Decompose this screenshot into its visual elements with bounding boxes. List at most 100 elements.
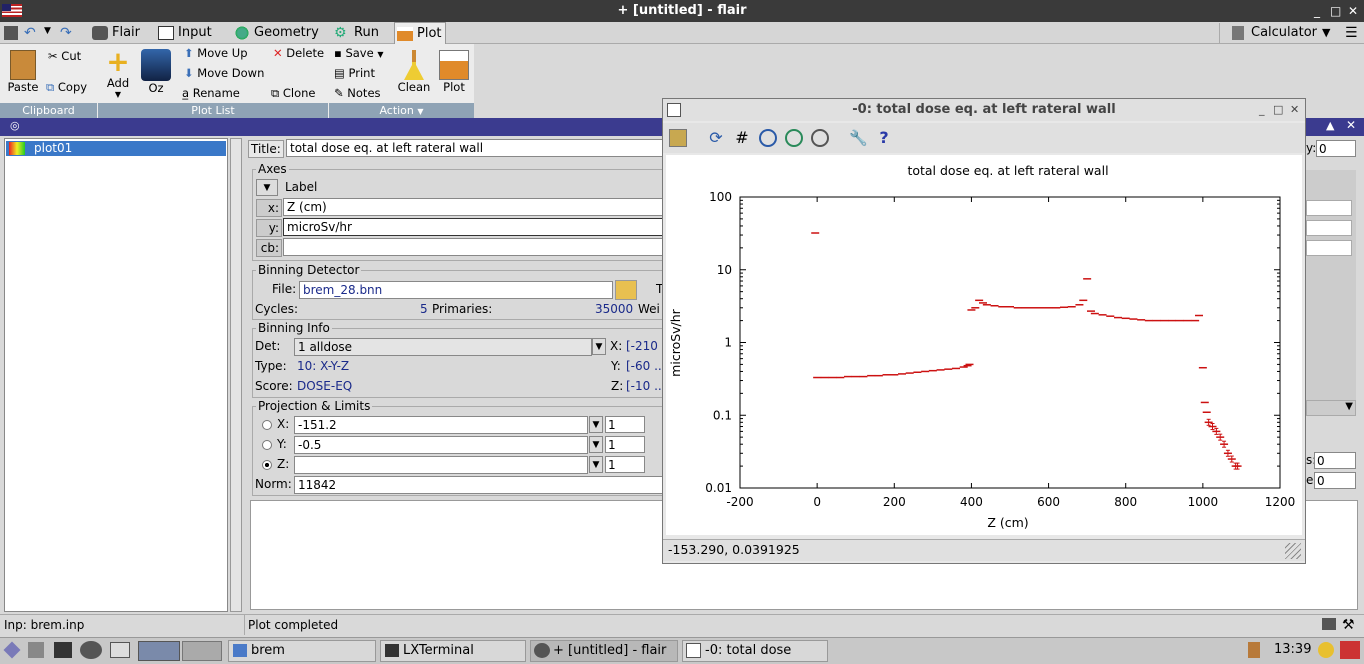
tab-plot[interactable]: Plot [394,22,446,44]
plot-close-button[interactable]: ✕ [1290,99,1299,121]
y-projection-radio[interactable] [262,440,272,450]
oz-button[interactable]: Oz [139,49,173,95]
norm-input[interactable]: 11842 [294,476,664,494]
paste-button[interactable]: Paste [6,50,40,94]
open-icon[interactable] [669,129,687,147]
x-axis-label-input[interactable]: Z (cm) [283,198,663,216]
rename-button[interactable]: a̲ Rename [182,86,240,100]
taskbar-item-brem[interactable]: brem [228,640,376,662]
resize-grip[interactable] [1285,543,1301,559]
x-axis-button[interactable]: x: [256,199,282,217]
files-icon[interactable] [28,642,44,658]
tab-flair[interactable]: Flair [90,22,148,44]
move-up-button[interactable]: ⬆ Move Up [184,46,248,60]
taskbar-item-flair[interactable]: + [untitled] - flair [530,640,678,662]
plot-canvas[interactable]: total dose eq. at left rateral wall Z (c… [666,155,1302,535]
dropdown-icon[interactable]: ▼ [44,26,51,36]
y-proj-input[interactable]: -0.5 [294,436,588,454]
clipboard-tray-icon[interactable] [1248,642,1260,658]
z-projection-radio[interactable] [262,460,272,470]
help-icon[interactable]: ? [875,129,893,147]
desktop-2[interactable] [182,641,222,661]
add-button[interactable]: + Add ▼ [104,48,132,100]
terminal-launch-icon[interactable] [54,642,72,658]
y-axis-label-input[interactable]: microSv/hr [283,218,663,236]
plot-maximize-button[interactable]: □ [1273,99,1283,121]
copy-button[interactable]: ⧉ Copy [46,80,87,95]
clean-button[interactable]: Clean [397,50,431,94]
maximize-button[interactable]: □ [1330,0,1341,22]
clone-button[interactable]: ⧉ Clone [271,86,316,101]
notes-button[interactable]: ✎ Notes [334,86,381,100]
folder-open-icon[interactable] [615,280,637,300]
terminal-icon[interactable] [1322,618,1336,630]
logout-icon[interactable] [1340,641,1360,659]
binning-detector-title: Binning Detector [256,263,362,277]
tab-geometry[interactable]: Geometry [232,22,322,44]
calculator-button[interactable]: Calculator [1251,25,1317,40]
score-value: DOSE-EQ [297,379,353,393]
wrench-icon[interactable]: 🔧 [849,129,868,147]
taskbar-item-plot[interactable]: -0: total dose eq.... [682,640,828,662]
close-frame-icon[interactable]: ✕ [1346,118,1356,132]
x-proj-input[interactable]: -151.2 [294,416,588,434]
right-field-2[interactable] [1306,220,1352,236]
flair-launch-icon[interactable] [80,641,102,659]
detector-dropdown[interactable]: ▼ [592,338,606,355]
right-e-spin[interactable]: 0 [1314,472,1356,489]
notification-icon[interactable] [1318,642,1334,658]
zoom-out-icon[interactable] [759,129,777,147]
print-button[interactable]: ▤ Print [334,66,375,80]
right-s-spin[interactable]: 0 [1314,452,1356,469]
cb-axis-button[interactable]: cb: [256,239,282,257]
menu-icon[interactable]: ☰ [1345,25,1358,41]
title-input[interactable]: total dose eq. at left rateral wall [286,139,666,157]
y-proj-spin[interactable]: 1 [605,436,645,453]
cb-axis-label-input[interactable] [283,238,663,256]
close-button[interactable]: ✕ [1348,0,1358,22]
detector-select[interactable]: 1 alldose [294,338,592,356]
windows-icon[interactable] [110,642,130,658]
save-icon[interactable] [4,26,18,40]
list-item[interactable]: plot01 [6,141,226,156]
tab-run[interactable]: ⚙ Run [332,22,384,44]
tools-icon[interactable]: ⚒ [1342,615,1355,635]
file-input[interactable]: brem_28.bnn [299,281,613,299]
axes-menu-button[interactable]: ▼ [256,179,278,196]
zoom-fit-icon[interactable] [811,129,829,147]
plot-button[interactable]: Plot [437,50,471,94]
x-proj-spin[interactable]: 1 [605,416,645,433]
list-scrollbar[interactable] [230,138,242,612]
right-field-3[interactable] [1306,240,1352,256]
minimize-button[interactable]: _ [1314,0,1320,22]
undo-icon[interactable]: ↶ [24,25,36,41]
y-proj-dropdown[interactable]: ▼ [589,436,603,453]
refresh-icon[interactable]: ⟳ [707,129,725,147]
zoom-in-icon[interactable] [785,129,803,147]
right-field-1[interactable] [1306,200,1352,216]
tab-input[interactable]: Input [156,22,220,44]
group-action[interactable]: Action ▼ [329,103,474,118]
z-proj-dropdown[interactable]: ▼ [589,456,603,473]
x-projection-radio[interactable] [262,420,272,430]
collapse-icon[interactable]: ▲ [1326,119,1334,132]
move-down-button[interactable]: ⬇ Move Down [184,66,264,80]
save-plot-button[interactable]: ▪ Save ▼ [334,46,384,60]
grid-icon[interactable]: # [733,129,751,147]
right-dropdown[interactable]: ▼ [1306,400,1356,416]
redo-icon[interactable]: ↷ [60,25,72,41]
taskbar-item-terminal[interactable]: LXTerminal [380,640,526,662]
calculator-dropdown[interactable]: ▼ [1322,26,1330,39]
primaries-value: 35000 [595,302,634,316]
y-axis-button[interactable]: y: [256,219,282,237]
x-proj-dropdown[interactable]: ▼ [589,416,603,433]
cut-button[interactable]: ✂ Cut [48,49,81,63]
delete-button[interactable]: ✕ Delete [273,46,324,60]
plot-list[interactable] [4,138,228,612]
pin-icon[interactable]: ◎ [10,119,20,132]
right-y-spin[interactable]: 0 [1316,140,1356,157]
plot-minimize-button[interactable]: _ [1259,99,1265,121]
z-proj-input[interactable] [294,456,588,474]
desktop-1[interactable] [138,641,180,661]
z-proj-spin[interactable]: 1 [605,456,645,473]
